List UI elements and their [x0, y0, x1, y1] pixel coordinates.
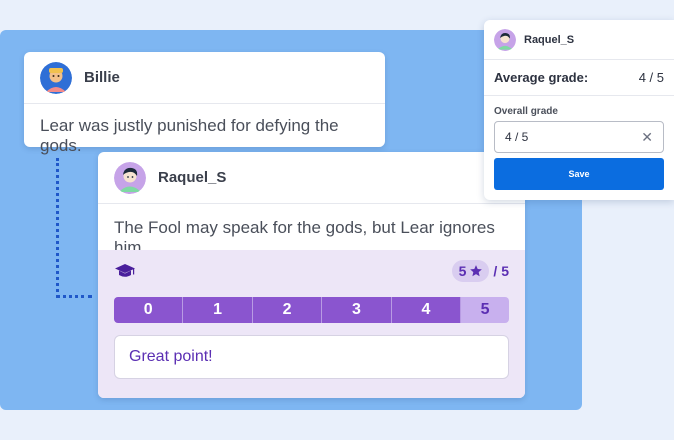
raquel-avatar	[114, 161, 146, 194]
panel-header: Raquel_S	[484, 20, 674, 60]
feedback-box[interactable]: Great point!	[114, 335, 509, 379]
save-button[interactable]: Save	[494, 158, 664, 190]
grade-option-3[interactable]: 3	[322, 297, 392, 323]
overall-grade-field[interactable]: ✕	[494, 121, 664, 153]
grade-scale: 012345	[114, 297, 509, 323]
grading-header: 5 / 5	[98, 250, 525, 292]
raquel-avatar	[494, 28, 516, 51]
close-icon[interactable]: ✕	[641, 129, 653, 146]
grade-option-1[interactable]: 1	[183, 297, 253, 323]
average-grade-row: Average grade: 4 / 5	[484, 60, 674, 96]
billie-avatar	[40, 61, 72, 94]
comment-author: Raquel_S	[158, 169, 227, 186]
overall-grade-input[interactable]	[505, 130, 625, 144]
score-value: 5	[458, 263, 467, 279]
score-max: / 5	[493, 263, 509, 279]
comment-text: The Fool may speak for the gods, but Lea…	[114, 218, 495, 257]
grading-panel: Raquel_S Average grade: 4 / 5 Overall gr…	[484, 20, 674, 200]
comment-header: Billie	[24, 52, 385, 104]
grade-option-0[interactable]: 0	[114, 297, 184, 323]
graduation-cap-icon	[115, 264, 135, 277]
panel-user-name: Raquel_S	[524, 33, 575, 46]
grading-area: 5 / 5 012345 Great point!	[98, 250, 525, 398]
comment-header: Raquel_S	[98, 152, 525, 204]
comment-card-raquel: Raquel_S The Fool may speak for the gods…	[98, 152, 525, 398]
grade-option-5[interactable]: 5	[461, 297, 509, 323]
average-grade-value: 4 / 5	[638, 70, 664, 85]
reply-connector	[56, 158, 92, 298]
average-grade-label: Average grade:	[494, 70, 589, 85]
grade-option-4[interactable]: 4	[391, 297, 462, 323]
score-pill: 5	[451, 260, 490, 282]
comment-card-billie: Billie Lear was justly punished for defy…	[24, 52, 385, 155]
grade-option-2[interactable]: 2	[252, 297, 323, 323]
comment-author: Billie	[84, 69, 120, 86]
overall-grade-label: Overall grade	[494, 106, 558, 117]
star-icon	[470, 265, 483, 277]
score-display: 5 / 5	[451, 260, 509, 282]
